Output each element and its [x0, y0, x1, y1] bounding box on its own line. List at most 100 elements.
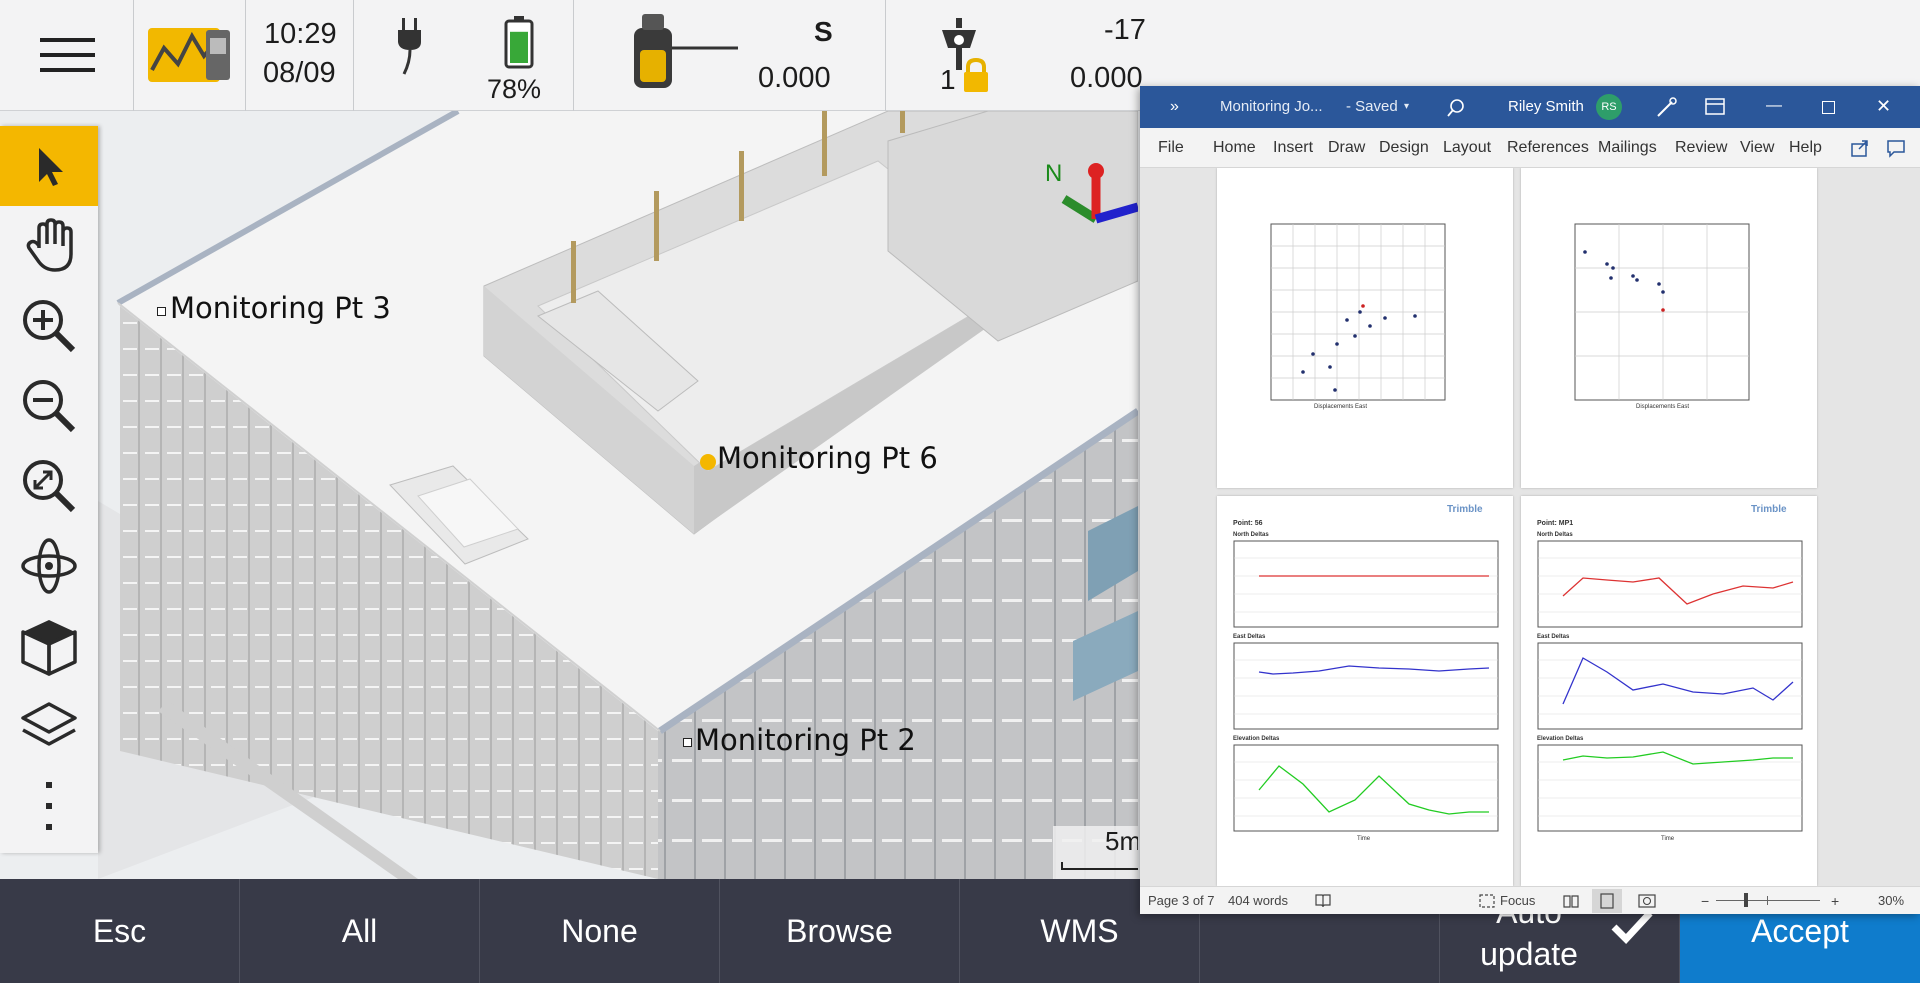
zoom-extents-icon — [23, 460, 76, 513]
view-cube-tool-button[interactable] — [0, 606, 98, 686]
layers-tool-button[interactable] — [0, 686, 98, 766]
focus-icon[interactable] — [1478, 893, 1496, 909]
menu-button[interactable] — [0, 0, 134, 111]
word-title-bar: » Monitoring Jo... - Saved ▾ Riley Smith… — [1140, 86, 1920, 128]
time-text: 10:29 — [264, 18, 337, 50]
scatter-plot — [1574, 223, 1750, 401]
none-button[interactable]: None — [480, 879, 720, 983]
zoom-slider-thumb[interactable] — [1744, 893, 1748, 907]
more-vertical-icon — [46, 782, 52, 830]
point-label-pt6[interactable]: Monitoring Pt 6 — [717, 441, 938, 475]
word-ribbon-tabs: File Home Insert Draw Design Layout Refe… — [1140, 128, 1920, 168]
ribbon-display-icon[interactable] — [1704, 97, 1726, 117]
web-layout-icon[interactable] — [1638, 893, 1656, 909]
point-label-pt3[interactable]: Monitoring Pt 3 — [170, 291, 391, 325]
zoom-level[interactable]: 30% — [1878, 887, 1904, 914]
zoom-slider[interactable] — [1716, 893, 1820, 907]
focus-label[interactable]: Focus — [1500, 887, 1535, 914]
selected-point-marker[interactable] — [700, 454, 716, 470]
print-layout-button[interactable] — [1592, 889, 1622, 913]
select-tool-button[interactable] — [0, 126, 98, 206]
document-page: Displacements East — [1521, 168, 1817, 488]
compass-north-label: N — [1045, 160, 1063, 187]
power-status[interactable]: 78% — [354, 0, 574, 111]
zoom-out-icon — [23, 380, 76, 433]
close-icon[interactable]: ✕ — [1876, 92, 1891, 120]
document-title[interactable]: Monitoring Jo... — [1220, 93, 1323, 121]
zoom-in-icon — [23, 300, 76, 353]
trimble-logo: Trimble — [1751, 504, 1787, 515]
tab-file[interactable]: File — [1158, 128, 1184, 168]
tab-mailings[interactable]: Mailings — [1598, 128, 1657, 168]
north-deltas-chart — [1233, 540, 1499, 628]
checkmark-icon — [1611, 910, 1653, 945]
minimize-icon[interactable]: — — [1766, 92, 1782, 120]
east-deltas-chart — [1233, 642, 1499, 730]
elevation-deltas-chart — [1537, 744, 1803, 832]
more-tool-button[interactable] — [0, 766, 98, 846]
save-status[interactable]: - Saved — [1346, 93, 1398, 121]
proofing-book-icon[interactable] — [1314, 893, 1332, 909]
zoom-out-tool-button[interactable] — [0, 366, 98, 446]
zoom-out-button[interactable]: − — [1701, 887, 1709, 914]
all-button[interactable]: All — [240, 879, 480, 983]
esc-button[interactable]: Esc — [0, 879, 240, 983]
app-icon-button[interactable] — [134, 0, 246, 111]
point-marker[interactable] — [157, 307, 166, 316]
designer-pen-icon[interactable] — [1654, 96, 1678, 118]
zoom-in-button[interactable]: + — [1831, 887, 1839, 914]
search-icon[interactable] — [1446, 98, 1466, 118]
tab-review[interactable]: Review — [1675, 128, 1727, 168]
point-marker[interactable] — [683, 738, 692, 747]
tab-home[interactable]: Home — [1213, 128, 1256, 168]
scatter-x-label: Displacements East — [1314, 404, 1368, 410]
page-indicator[interactable]: Page 3 of 7 — [1148, 887, 1215, 914]
word-window: » Monitoring Jo... - Saved ▾ Riley Smith… — [1140, 86, 1920, 914]
zoom-in-tool-button[interactable] — [0, 286, 98, 366]
layers-icon — [21, 702, 77, 746]
time-axis-label: Time — [1661, 836, 1675, 842]
user-name[interactable]: Riley Smith — [1508, 93, 1584, 121]
tab-references[interactable]: References — [1507, 128, 1589, 168]
tab-draw[interactable]: Draw — [1328, 128, 1365, 168]
elevation-deltas-title: Elevation Deltas — [1537, 736, 1584, 742]
tab-design[interactable]: Design — [1379, 128, 1429, 168]
point-label-pt2[interactable]: Monitoring Pt 2 — [695, 723, 916, 757]
document-page: Trimble Point: 56 North Deltas East Delt… — [1217, 496, 1513, 886]
north-deltas-chart — [1537, 540, 1803, 628]
pan-tool-button[interactable] — [0, 206, 98, 286]
scale-bar: 5m — [1053, 826, 1138, 879]
scale-line — [1061, 862, 1138, 870]
zoom-extents-tool-button[interactable] — [0, 446, 98, 526]
total-station-icon — [634, 14, 738, 88]
print-layout-icon — [1600, 893, 1614, 909]
tab-view[interactable]: View — [1740, 128, 1774, 168]
lock-icon — [964, 58, 988, 92]
save-dropdown-icon[interactable]: ▾ — [1404, 93, 1409, 121]
tab-layout[interactable]: Layout — [1443, 128, 1491, 168]
satellite-count: 1 — [940, 64, 956, 95]
east-deltas-chart — [1537, 642, 1803, 730]
comments-icon[interactable] — [1886, 138, 1906, 158]
share-icon[interactable] — [1850, 138, 1870, 158]
map-3d-view[interactable]: N Monitoring Pt 3 Monitoring Pt 6 Monito… — [98, 111, 1138, 879]
tab-help[interactable]: Help — [1789, 128, 1822, 168]
clock-display: 10:29 08/09 — [246, 0, 354, 111]
maximize-icon[interactable] — [1822, 101, 1835, 114]
user-avatar[interactable]: RS — [1596, 94, 1622, 120]
point-title: Point: MP1 — [1537, 520, 1574, 527]
scatter-x-label: Displacements East — [1636, 404, 1690, 410]
instrument-status[interactable]: S 0.000 — [574, 0, 886, 111]
scale-label: 5m — [1105, 826, 1138, 856]
orbit-tool-button[interactable] — [0, 526, 98, 606]
hamburger-menu-icon — [40, 38, 95, 72]
tab-insert[interactable]: Insert — [1273, 128, 1313, 168]
word-document-area[interactable]: Displacements East Displacements East Tr… — [1140, 168, 1920, 886]
trimble-access-monitoring-icon — [148, 28, 230, 82]
browse-button[interactable]: Browse — [720, 879, 960, 983]
arrow-pointer-icon — [39, 148, 63, 186]
word-count[interactable]: 404 words — [1228, 887, 1288, 914]
east-deltas-title: East Deltas — [1537, 634, 1570, 640]
read-mode-icon[interactable] — [1562, 893, 1580, 909]
quick-access-chevron-icon[interactable]: » — [1170, 93, 1179, 121]
